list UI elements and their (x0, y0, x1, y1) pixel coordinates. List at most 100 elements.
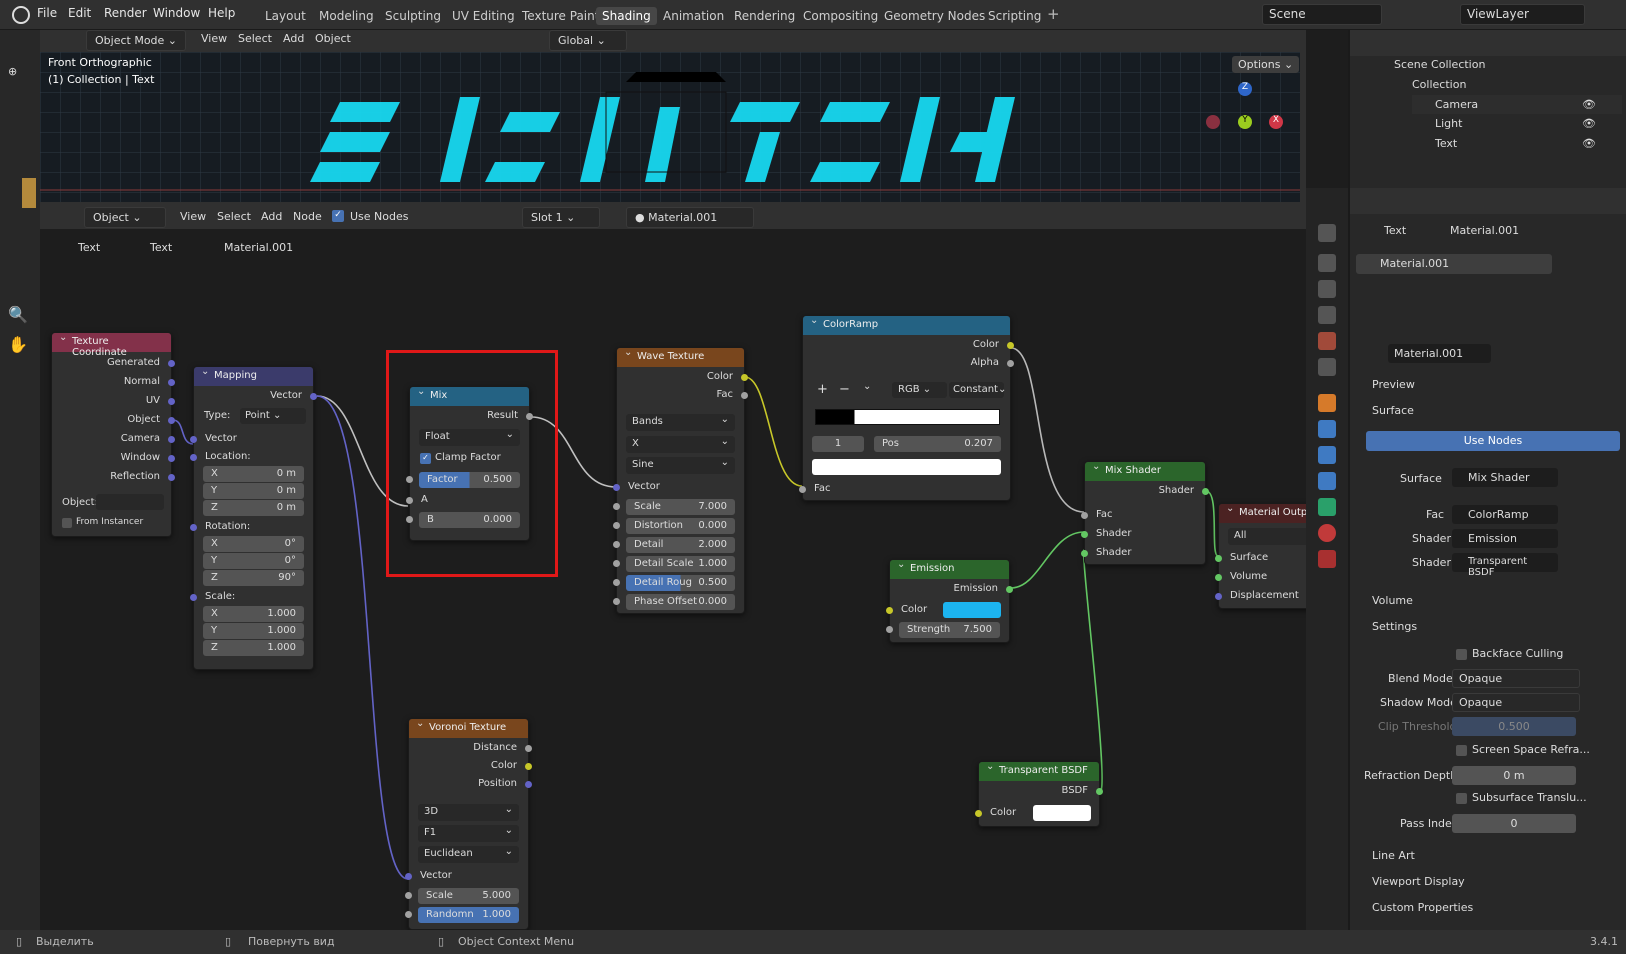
wave-profile-dropdown[interactable]: Sine (626, 457, 735, 474)
socket-dot[interactable] (190, 436, 197, 443)
socket-dot[interactable] (613, 598, 620, 605)
mix-type-dropdown[interactable]: Float (419, 429, 520, 446)
mapping-type-dropdown[interactable]: Point ⌄ (240, 408, 306, 424)
socket-dot[interactable] (741, 374, 748, 381)
factor-field[interactable]: Factor 0.500 (419, 472, 520, 488)
b-field[interactable]: B 0.000 (419, 512, 520, 528)
socket-dot[interactable] (1081, 512, 1088, 519)
node-texture-coordinate[interactable]: Texture Coordinate Generated Normal UV O… (51, 332, 175, 537)
panel-preview[interactable]: Preview (1372, 378, 1415, 391)
socket-dot[interactable] (613, 484, 620, 491)
surface-shader-field[interactable]: Mix Shader (1452, 468, 1558, 487)
node-title[interactable]: Emission (890, 559, 1009, 579)
material-name-field[interactable]: Material.001 (1388, 344, 1491, 363)
socket-dot[interactable] (406, 516, 413, 523)
socket-dot[interactable] (613, 503, 620, 510)
wave-phase-offset-field[interactable]: Phase Offset 0.000 (626, 594, 735, 610)
scene-tab-icon[interactable] (1318, 332, 1336, 350)
tool-tab-icon[interactable] (1318, 224, 1336, 242)
socket-dot[interactable] (1215, 593, 1222, 600)
socket-dot[interactable] (525, 781, 532, 788)
panel-line-art[interactable]: Line Art (1372, 849, 1415, 862)
socket-dot[interactable] (1007, 342, 1014, 349)
object-tab-icon[interactable] (1318, 394, 1336, 412)
socket-dot[interactable] (405, 873, 412, 880)
socket-dot[interactable] (1215, 574, 1222, 581)
node-transparent-bsdf[interactable]: Transparent BSDF BSDF Color (975, 761, 1103, 827)
node-title[interactable]: ColorRamp (803, 315, 1010, 335)
fac-input-field[interactable]: ColorRamp (1452, 505, 1558, 524)
socket-dot[interactable] (886, 607, 893, 614)
outliner-light[interactable]: Light (1435, 117, 1462, 130)
emission-strength-field[interactable]: Strength 7.500 (899, 622, 1000, 638)
shader2-field[interactable]: Transparent BSDF (1452, 553, 1558, 578)
stop-pos-field[interactable]: Pos 0.207 (874, 436, 1001, 452)
node-title[interactable]: Mix Shader (1085, 461, 1205, 481)
location-z-field[interactable]: Z0 m (203, 500, 304, 516)
eye-icon[interactable]: 👁 (1582, 137, 1596, 150)
socket-dot[interactable] (1096, 788, 1103, 795)
material-slot-item[interactable]: Material.001 (1356, 254, 1552, 274)
socket-dot[interactable] (168, 417, 175, 424)
scale-y-field[interactable]: Y 1.000 (203, 623, 304, 639)
node-mix[interactable]: Mix Result Float ✓ Clamp Factor Factor0.… (406, 386, 533, 541)
texture-tab-icon[interactable] (1318, 550, 1336, 568)
view-layer-tab-icon[interactable] (1318, 306, 1336, 324)
rotation-z-field[interactable]: Z 90° (203, 570, 304, 586)
from-instancer-checkbox[interactable] (62, 518, 72, 528)
wave-detail-roughness-field[interactable]: Detail Roug 0.500 (626, 575, 735, 591)
shadow-mode-dropdown[interactable]: Opaque (1452, 693, 1580, 712)
voronoi-feature-dropdown[interactable]: F1 (418, 825, 519, 842)
physics-tab-icon[interactable] (1318, 446, 1336, 464)
node-title[interactable]: Voronoi Texture (409, 718, 528, 738)
socket-dot[interactable] (1215, 555, 1222, 562)
node-title[interactable]: Mix (410, 386, 529, 406)
panel-viewport-display[interactable]: Viewport Display (1372, 875, 1465, 888)
socket-dot[interactable] (406, 476, 413, 483)
outliner-collection[interactable]: Collection (1412, 78, 1466, 91)
scale-x-field[interactable]: X 1.000 (203, 606, 304, 622)
socket-dot[interactable] (613, 579, 620, 586)
socket-dot[interactable] (975, 810, 982, 817)
socket-dot[interactable] (168, 474, 175, 481)
data-tab-icon[interactable] (1318, 498, 1336, 516)
outliner-scene-collection[interactable]: Scene Collection (1394, 58, 1485, 71)
node-title[interactable]: Wave Texture (617, 347, 744, 367)
material-tab-icon[interactable] (1318, 524, 1336, 542)
socket-dot[interactable] (310, 393, 317, 400)
outliner-camera[interactable]: Camera (1435, 98, 1478, 111)
use-nodes-button[interactable]: Use Nodes (1366, 431, 1620, 451)
socket-dot[interactable] (1007, 360, 1014, 367)
backface-checkbox[interactable] (1456, 649, 1467, 660)
ssr-checkbox[interactable] (1456, 745, 1467, 756)
socket-dot[interactable] (613, 560, 620, 567)
scale-z-field[interactable]: Z 1.000 (203, 640, 304, 656)
node-title[interactable]: Texture Coordinate (52, 332, 171, 358)
voronoi-metric-dropdown[interactable]: Euclidean (418, 846, 519, 863)
panel-surface[interactable]: Surface (1372, 404, 1414, 417)
location-y-field[interactable]: Y0 m (203, 483, 304, 499)
voronoi-scale-field[interactable]: Scale 5.000 (418, 888, 519, 904)
panel-settings[interactable]: Settings (1372, 620, 1417, 633)
voronoi-randomness-field[interactable]: Randomn 1.000 (418, 907, 519, 923)
wave-scale-field[interactable]: Scale 7.000 (626, 499, 735, 515)
node-title[interactable]: Mapping (194, 366, 313, 386)
pass-index-field[interactable]: 0 (1452, 814, 1576, 833)
node-voronoi-texture[interactable]: Voronoi Texture Distance Color Position … (405, 718, 532, 930)
socket-dot[interactable] (406, 497, 413, 504)
eye-icon[interactable]: 👁 (1582, 117, 1596, 130)
socket-dot[interactable] (741, 392, 748, 399)
add-stop-button[interactable]: + (817, 382, 828, 397)
socket-dot[interactable] (405, 911, 412, 918)
socket-dot[interactable] (799, 486, 806, 493)
socket-dot[interactable] (405, 892, 412, 899)
transparent-color-swatch[interactable] (1033, 805, 1091, 821)
socket-dot[interactable] (1006, 586, 1013, 593)
ramp-mode-dropdown[interactable]: RGB ⌄ (892, 382, 947, 398)
rotation-y-field[interactable]: Y 0° (203, 553, 304, 569)
socket-dot[interactable] (613, 541, 620, 548)
node-mapping[interactable]: Mapping Vector Type: Point ⌄ Vector Loca… (190, 366, 317, 670)
voronoi-dimension-dropdown[interactable]: 3D (418, 804, 519, 821)
socket-dot[interactable] (613, 522, 620, 529)
socket-dot[interactable] (190, 524, 197, 531)
